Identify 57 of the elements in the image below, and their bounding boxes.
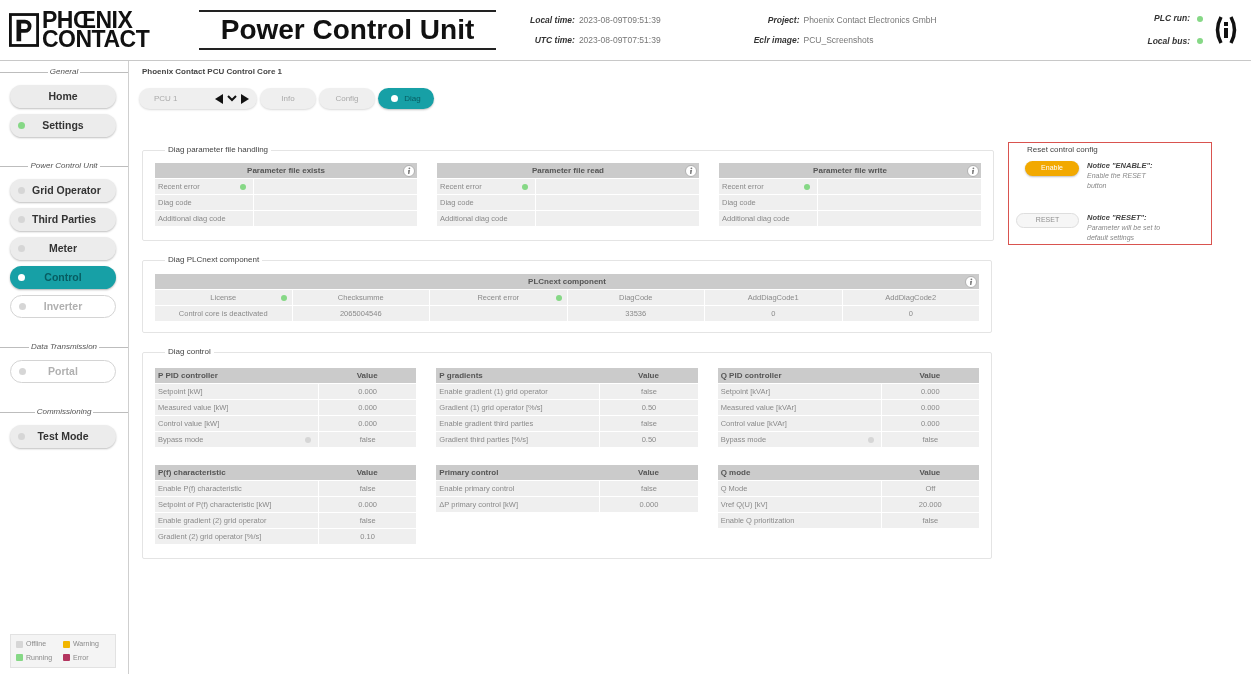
- field-value: PCU_Screenshots: [803, 33, 875, 47]
- panel-title: Reset control config: [1027, 144, 1099, 156]
- tab[interactable]: Config: [319, 88, 375, 109]
- section-heading: General: [48, 66, 80, 78]
- field-value: Phoenix Contact Electronics GmbH: [803, 13, 937, 27]
- table-title: Primary control: [438, 466, 500, 479]
- field-value: 2023-08-09T07:51:39: [578, 33, 661, 47]
- nav-button[interactable]: Home: [10, 85, 116, 108]
- table-title: Parameter file write: [812, 164, 888, 177]
- table-title: P(f) characteristic: [157, 466, 227, 479]
- info-icon[interactable]: [967, 164, 979, 177]
- device-selector[interactable]: PCU 1: [139, 88, 257, 109]
- tab[interactable]: Diag: [378, 88, 434, 109]
- table-title: Q mode: [719, 466, 752, 479]
- column-heading: Value: [355, 466, 379, 479]
- field-label: Local time:: [530, 13, 575, 27]
- table-title: Q PID controller: [719, 369, 783, 382]
- logo-icon: [9, 13, 39, 47]
- selector-label: PCU 1: [154, 92, 178, 105]
- app-title: Power Control Unit: [199, 10, 496, 50]
- logo-text: PHŒNIX CONTACT: [42, 11, 151, 49]
- status-label: PLC run:: [1153, 12, 1190, 25]
- info-icon[interactable]: [403, 164, 415, 177]
- column-heading: Value: [637, 369, 660, 382]
- section-heading: Commissioning: [35, 406, 93, 418]
- nav-button[interactable]: Test Mode: [10, 425, 116, 448]
- table-title: P gradients: [438, 369, 484, 382]
- column-heading: Value: [355, 369, 379, 382]
- section-title: Diag PLCnext component: [167, 254, 261, 266]
- section-heading: Data Transmission: [29, 341, 99, 353]
- nav-button[interactable]: Third Parties: [10, 208, 116, 231]
- chevron-down-icon[interactable]: [227, 95, 237, 102]
- table-title: Parameter file exists: [246, 164, 326, 177]
- field-value: 2023-08-09T09:51:39: [578, 13, 661, 27]
- column-heading: Value: [637, 466, 660, 479]
- field-label: Project:: [766, 13, 800, 27]
- right-triangle-icon[interactable]: [241, 93, 249, 104]
- column-heading: Value: [918, 466, 942, 479]
- left-triangle-icon[interactable]: [215, 93, 223, 104]
- section-heading: Power Control Unit: [29, 160, 99, 172]
- field-label: Eclr image:: [753, 33, 800, 47]
- table-title: P PID controller: [157, 369, 219, 382]
- table-title: Parameter file read: [530, 164, 605, 177]
- section-title: Diag parameter file handling: [167, 144, 270, 156]
- bracket-info-icon: [1213, 15, 1239, 45]
- nav-button[interactable]: Grid Operator: [10, 179, 116, 202]
- nav-button[interactable]: Control: [10, 266, 116, 289]
- section-title: Diag control: [167, 346, 212, 358]
- field-label: UTC time:: [533, 33, 575, 47]
- page-title: Phoenix Contact PCU Control Core 1: [142, 66, 283, 78]
- column-heading: Value: [918, 369, 942, 382]
- status-label: Local bus:: [1147, 35, 1190, 48]
- nav-button[interactable]: Meter: [10, 237, 116, 260]
- table-title: PLCnext component: [527, 275, 607, 288]
- nav-button[interactable]: Settings: [10, 114, 116, 137]
- info-icon[interactable]: [685, 164, 697, 177]
- info-icon[interactable]: [965, 275, 977, 288]
